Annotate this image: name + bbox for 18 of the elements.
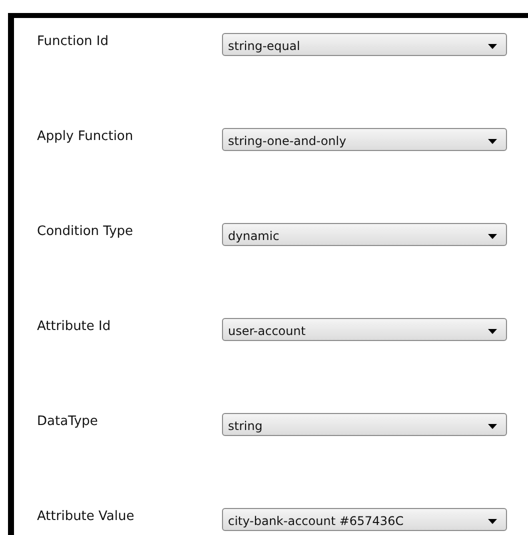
dropdown[interactable]: city-bank-account #657436C [222,508,507,531]
field-label: Apply Function [37,128,134,144]
caret-icon [488,424,497,428]
dropdown[interactable]: string-equal [222,33,507,56]
field-label: Attribute Id [37,318,112,334]
dropdown[interactable]: dynamic [222,223,507,246]
dropdown[interactable]: string-one-and-only [222,128,507,151]
field-label: Attribute Value [37,508,136,524]
field-label: DataType [37,413,99,429]
caret-icon [488,518,497,524]
field-label: Function Id [37,33,110,49]
caret-icon [488,138,497,144]
field-label: Condition Type [37,223,134,239]
dropdown[interactable]: user-account [222,318,507,341]
caret-icon [488,44,497,48]
caret-icon [488,234,497,238]
dropdown[interactable]: string [222,413,507,436]
caret-icon [488,328,497,334]
